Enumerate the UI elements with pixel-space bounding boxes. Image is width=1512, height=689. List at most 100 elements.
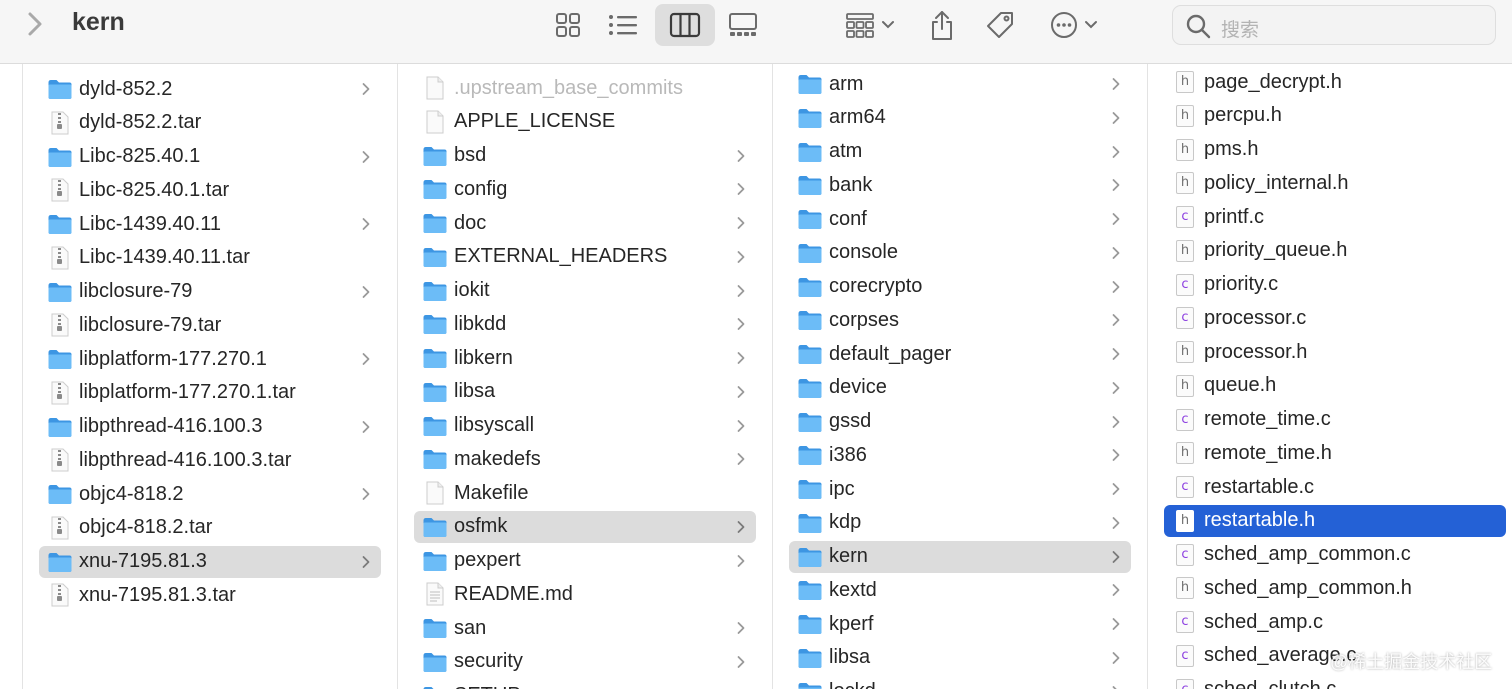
folder-row-libsa[interactable]: libsa <box>789 642 1131 674</box>
icon-view-button[interactable] <box>548 4 588 46</box>
folder-row-device[interactable]: device <box>789 372 1131 404</box>
file-row-restartable-c[interactable]: c restartable.c <box>1164 471 1506 503</box>
window-title: kern <box>72 8 125 36</box>
folder-row-pexpert[interactable]: pexpert <box>414 545 756 577</box>
folder-row-corecrypto[interactable]: corecrypto <box>789 271 1131 303</box>
folder-row-makedefs[interactable]: makedefs <box>414 443 756 475</box>
file-row-libclosure-79-tar[interactable]: libclosure-79.tar <box>39 309 381 341</box>
file-row-page-decrypt-h[interactable]: h page_decrypt.h <box>1164 66 1506 98</box>
folder-row-corpses[interactable]: corpses <box>789 304 1131 336</box>
folder-icon <box>797 477 823 501</box>
folder-row-objc4-818-2[interactable]: objc4-818.2 <box>39 478 381 510</box>
item-label: README.md <box>454 582 573 605</box>
file-row-remote-time-h[interactable]: h remote_time.h <box>1164 437 1506 469</box>
file-row-libc-1439-40-11-tar[interactable]: Libc-1439.40.11.tar <box>39 242 381 274</box>
folder-row-bsd[interactable]: bsd <box>414 140 756 172</box>
item-label: processor.h <box>1204 340 1308 363</box>
folder-row-bank[interactable]: bank <box>789 169 1131 201</box>
folder-icon <box>797 308 823 332</box>
folder-row-libsyscall[interactable]: libsyscall <box>414 410 756 442</box>
c-source-file-icon: c <box>1172 205 1198 229</box>
folder-row-iokit[interactable]: iokit <box>414 275 756 307</box>
folder-row-dyld-852-2[interactable]: dyld-852.2 <box>39 73 381 105</box>
file-row-policy-internal-h[interactable]: h policy_internal.h <box>1164 167 1506 199</box>
column-view-button[interactable] <box>655 4 715 46</box>
folder-icon <box>422 684 448 689</box>
folder-row-gssd[interactable]: gssd <box>789 406 1131 438</box>
folder-row-setup[interactable]: SETUP <box>414 680 756 689</box>
folder-row-default-pager[interactable]: default_pager <box>789 338 1131 370</box>
gallery-view-button[interactable] <box>722 4 764 46</box>
file-row-libpthread-416-100-3-tar[interactable]: libpthread-416.100.3.tar <box>39 444 381 476</box>
folder-row-security[interactable]: security <box>414 646 756 678</box>
folder-row-libkern[interactable]: libkern <box>414 342 756 374</box>
folder-row-osfmk[interactable]: osfmk <box>414 510 756 543</box>
file-row-processor-h[interactable]: h processor.h <box>1164 336 1506 368</box>
folder-row-conf[interactable]: conf <box>789 203 1131 235</box>
folder-row-kextd[interactable]: kextd <box>789 574 1131 606</box>
file-row-sched-amp-common-h[interactable]: h sched_amp_common.h <box>1164 572 1506 604</box>
file-row-objc4-818-2-tar[interactable]: objc4-818.2.tar <box>39 512 381 544</box>
folder-row-libplatform-177-270-1[interactable]: libplatform-177.270.1 <box>39 343 381 375</box>
folder-row-libc-825-40-1[interactable]: Libc-825.40.1 <box>39 141 381 173</box>
file-row-sched-clutch-c[interactable]: c sched_clutch.c <box>1164 674 1506 689</box>
column-3[interactable]: arm arm64 atm bank conf console corecrypto corp… <box>773 64 1148 689</box>
folder-row-kperf[interactable]: kperf <box>789 608 1131 640</box>
file-row-sched-amp-c[interactable]: c sched_amp.c <box>1164 606 1506 638</box>
chevron-right-icon <box>361 284 371 300</box>
item-label: kextd <box>829 578 877 601</box>
folder-row-libclosure-79[interactable]: libclosure-79 <box>39 276 381 308</box>
folder-row-libc-1439-40-11[interactable]: Libc-1439.40.11 <box>39 208 381 240</box>
file-row-printf-c[interactable]: c printf.c <box>1164 201 1506 233</box>
tag-button[interactable] <box>982 4 1018 46</box>
folder-row-console[interactable]: console <box>789 237 1131 269</box>
folder-row-libsa[interactable]: libsa <box>414 376 756 408</box>
list-view-button[interactable] <box>600 4 646 46</box>
file-row-libc-825-40-1-tar[interactable]: Libc-825.40.1.tar <box>39 174 381 206</box>
item-label: corpses <box>829 308 900 331</box>
folder-row-kdp[interactable]: kdp <box>789 507 1131 539</box>
file-row-priority-queue-h[interactable]: h priority_queue.h <box>1164 235 1506 267</box>
file-row-percpu-h[interactable]: h percpu.h <box>1164 100 1506 132</box>
file-row-restartable-h[interactable]: h restartable.h <box>1164 504 1506 537</box>
folder-row-san[interactable]: san <box>414 612 756 644</box>
item-label: pms.h <box>1204 138 1259 160</box>
file-row-upstream-base-commits[interactable]: .upstream_base_commits <box>414 72 756 104</box>
file-row-processor-c[interactable]: c processor.c <box>1164 302 1506 334</box>
folder-row-kern[interactable]: kern <box>789 540 1131 573</box>
file-row-xnu-7195-81-3-tar[interactable]: xnu-7195.81.3.tar <box>39 579 381 611</box>
folder-row-libpthread-416-100-3[interactable]: libpthread-416.100.3 <box>39 411 381 443</box>
column-4[interactable]: h page_decrypt.h h percpu.h h pms.h h policy_in… <box>1148 64 1512 689</box>
file-row-libplatform-177-270-1-tar[interactable]: libplatform-177.270.1.tar <box>39 377 381 409</box>
folder-row-i386[interactable]: i386 <box>789 439 1131 471</box>
file-row-pms-h[interactable]: h pms.h <box>1164 134 1506 166</box>
folder-row-arm[interactable]: arm <box>789 68 1131 100</box>
c-source-file-icon: c <box>1172 306 1198 330</box>
folder-row-libkdd[interactable]: libkdd <box>414 308 756 340</box>
folder-row-doc[interactable]: doc <box>414 207 756 239</box>
search-field[interactable]: 搜索 <box>1172 5 1496 45</box>
file-row-queue-h[interactable]: h queue.h <box>1164 370 1506 402</box>
item-label: pexpert <box>454 549 521 571</box>
file-row-sched-amp-common-c[interactable]: c sched_amp_common.c <box>1164 539 1506 571</box>
column-2[interactable]: .upstream_base_commits APPLE_LICENSE bsd co… <box>398 64 773 689</box>
column-1[interactable]: dyld-852.2 dyld-852.2.tar Libc-825.40.1 Lib… <box>22 64 398 689</box>
file-row-apple-license[interactable]: APPLE_LICENSE <box>414 106 756 138</box>
folder-row-ipc[interactable]: ipc <box>789 473 1131 505</box>
folder-row-lockd[interactable]: lockd <box>789 676 1131 689</box>
share-button[interactable] <box>924 4 960 46</box>
folder-row-atm[interactable]: atm <box>789 136 1131 168</box>
file-row-remote-time-c[interactable]: c remote_time.c <box>1164 404 1506 436</box>
file-row-makefile[interactable]: Makefile <box>414 477 756 509</box>
folder-row-xnu-7195-81-3[interactable]: xnu-7195.81.3 <box>39 545 381 578</box>
folder-row-external-headers[interactable]: EXTERNAL_HEADERS <box>414 241 756 273</box>
archive-icon <box>47 246 73 270</box>
chevron-left-icon[interactable] <box>24 10 46 38</box>
folder-row-arm64[interactable]: arm64 <box>789 102 1131 134</box>
more-actions-button[interactable] <box>1044 4 1104 46</box>
file-row-readme-md[interactable]: README.md <box>414 578 756 610</box>
file-row-dyld-852-2-tar[interactable]: dyld-852.2.tar <box>39 107 381 139</box>
file-row-priority-c[interactable]: c priority.c <box>1164 269 1506 301</box>
group-button[interactable] <box>840 4 900 46</box>
folder-row-config[interactable]: config <box>414 173 756 205</box>
